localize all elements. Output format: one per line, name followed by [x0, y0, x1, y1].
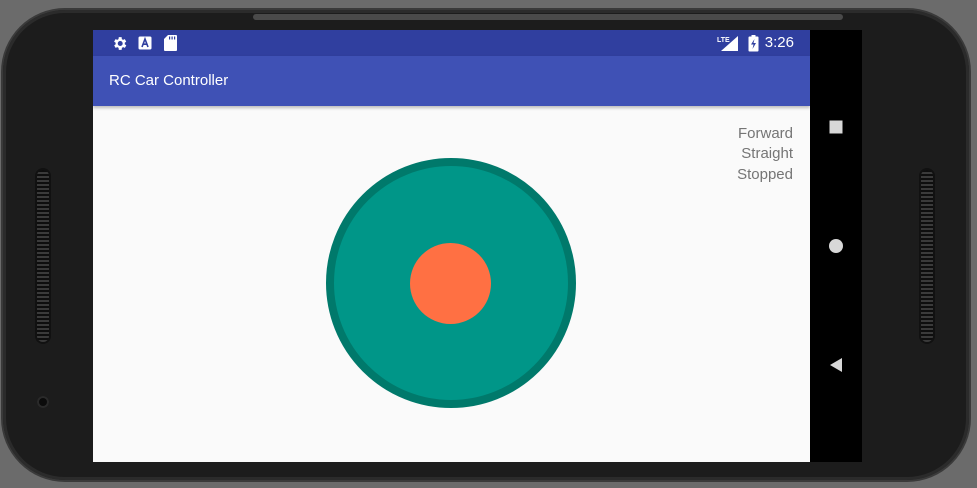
svg-text:LTE: LTE — [717, 37, 730, 44]
status-bar: LTE 3:26 — [93, 30, 810, 56]
recents-square-icon[interactable] — [810, 107, 862, 147]
motion-status: Stopped — [737, 166, 793, 183]
battery-charging-icon — [744, 34, 762, 52]
steering-status: Straight — [741, 145, 793, 162]
home-circle-icon[interactable] — [810, 226, 862, 266]
app-toolbar: RC Car Controller — [93, 56, 810, 106]
phone-top-ridge — [253, 14, 843, 20]
back-triangle-icon[interactable] — [810, 345, 862, 385]
direction-status: Forward — [737, 125, 793, 142]
settings-gear-icon — [110, 34, 128, 52]
app-title: RC Car Controller — [109, 72, 229, 89]
navigation-bar — [810, 30, 862, 462]
lte-signal-icon: LTE — [717, 34, 739, 52]
front-camera — [37, 396, 49, 408]
device-screen: LTE 3:26 RC Car Controller Forward Strai… — [93, 30, 810, 462]
right-speaker-grille — [921, 170, 933, 342]
left-speaker-grille — [37, 170, 49, 342]
joystick-knob[interactable] — [410, 243, 491, 324]
font-a-icon — [136, 34, 154, 52]
clock-time: 3:26 — [764, 34, 794, 51]
sd-card-icon — [161, 34, 179, 52]
